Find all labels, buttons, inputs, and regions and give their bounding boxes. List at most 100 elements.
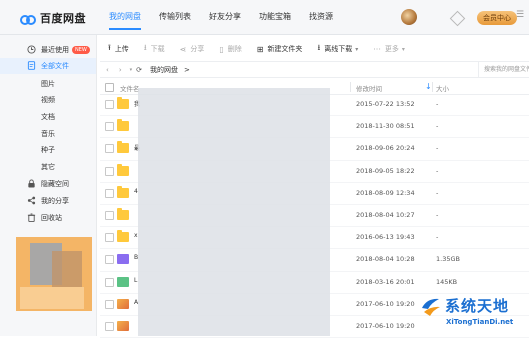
nav-transfer-list[interactable]: 传输列表 <box>150 0 200 34</box>
share-icon: ⋖ <box>179 44 187 54</box>
delete-label: 删除 <box>227 45 242 53</box>
row-checkbox[interactable] <box>105 277 114 287</box>
folder-icon <box>117 163 129 176</box>
breadcrumb-item[interactable]: 我的网盘 <box>150 65 178 75</box>
sidebar-item-others[interactable]: 其它 <box>0 159 96 175</box>
sidebar-item-music[interactable]: 音乐 <box>0 126 96 142</box>
row-checkbox[interactable] <box>105 188 114 198</box>
back-arrow-icon[interactable]: ‹ <box>106 66 109 74</box>
select-all-checkbox[interactable] <box>105 83 114 92</box>
watermark-title: 系统天地 <box>445 297 510 315</box>
file-modified: 2018-09-05 18:22 <box>356 166 415 175</box>
folder-plus-icon: ⊞ <box>256 44 264 54</box>
folder-icon <box>117 119 129 132</box>
sidebar-item-label: 文档 <box>41 113 55 121</box>
file-size: 145KB <box>436 277 458 286</box>
file-modified: 2018-08-04 10:27 <box>356 210 415 219</box>
toolbar: ⭱ 上传 ⭳ 下载 ⋖ 分享 ▯ 删除 ⊞ 新建文件夹 ⭳ 离线下载 ▾ ··· 更多 ▾ <box>100 40 529 58</box>
column-header-modified[interactable]: 修改时间 <box>356 83 382 93</box>
nav-toolbox[interactable]: 功能宝箱 <box>250 0 300 34</box>
file-modified: 2017-06-10 19:20 <box>356 299 415 308</box>
download-label: 下载 <box>150 45 165 53</box>
row-checkbox[interactable] <box>105 166 114 176</box>
upload-button[interactable]: ⭱ 上传 <box>108 42 129 56</box>
chevron-down-icon[interactable]: ▾ <box>130 67 133 73</box>
image-file-icon <box>117 298 129 309</box>
share-label: 分享 <box>190 45 205 53</box>
sidebar-item-docs[interactable]: 文档 <box>0 109 96 125</box>
folder-icon <box>117 230 129 243</box>
file-size: - <box>436 144 439 153</box>
row-checkbox[interactable] <box>105 100 114 109</box>
column-header-name[interactable]: 文件名 <box>120 83 140 93</box>
nav-friend-share[interactable]: 好友分享 <box>200 0 250 34</box>
menu-icon[interactable]: ☰ <box>516 10 524 20</box>
clock-icon <box>27 45 36 54</box>
column-header-size[interactable]: 大小 <box>436 83 449 93</box>
main-nav: 我的网盘 传输列表 好友分享 功能宝箱 找资源 <box>100 0 342 34</box>
sidebar-item-label: 隐藏空间 <box>41 180 69 188</box>
lock-icon <box>28 179 35 188</box>
download-icon: ⭳ <box>143 43 147 52</box>
trash-icon: ▯ <box>219 44 224 54</box>
download-button[interactable]: ⭳ 下载 <box>144 42 165 56</box>
sidebar-item-label: 视频 <box>41 96 55 104</box>
blurred-filenames <box>138 88 330 336</box>
row-checkbox[interactable] <box>105 299 114 309</box>
sidebar-item-my-shares[interactable]: 我的分享 <box>0 193 96 209</box>
sidebar-item-all-files[interactable]: 全部文件 <box>0 58 96 74</box>
row-checkbox[interactable] <box>105 255 114 265</box>
blurred-thumbnail <box>16 237 92 311</box>
forward-arrow-icon[interactable]: › <box>119 66 122 74</box>
new-folder-label: 新建文件夹 <box>267 45 303 53</box>
file-size: 1.35GB <box>436 255 460 264</box>
sidebar-item-torrents[interactable]: 种子 <box>0 142 96 158</box>
sidebar-item-label: 最近使用 <box>41 46 69 54</box>
share-icon <box>27 196 36 205</box>
top-bar: 百度网盘 我的网盘 传输列表 好友分享 功能宝箱 找资源 会员中心 ☰ <box>0 0 529 35</box>
sidebar-item-recent[interactable]: 最近使用 NEW <box>0 42 96 58</box>
video-file-icon <box>117 254 129 265</box>
app-logo[interactable]: 百度网盘 <box>20 10 86 26</box>
nav-my-drive[interactable]: 我的网盘 <box>100 0 150 34</box>
search-input[interactable]: 搜索我的网盘文件 <box>478 62 529 77</box>
refresh-icon[interactable]: ⟳ <box>136 66 142 74</box>
file-size: - <box>436 233 439 242</box>
file-size: - <box>436 188 439 197</box>
file-modified: 2018-09-06 20:24 <box>356 144 415 153</box>
row-checkbox[interactable] <box>105 122 114 132</box>
vip-center-button[interactable]: 会员中心 <box>477 11 517 25</box>
sidebar-item-label: 回收站 <box>41 214 62 222</box>
share-button[interactable]: ⋖ 分享 <box>180 44 205 54</box>
avatar[interactable] <box>401 9 417 25</box>
nav-find-resources[interactable]: 找资源 <box>300 0 342 34</box>
delete-button[interactable]: ▯ 删除 <box>219 44 241 54</box>
new-folder-button[interactable]: ⊞ 新建文件夹 <box>257 44 303 54</box>
row-checkbox[interactable] <box>105 210 114 220</box>
file-size: - <box>436 100 439 108</box>
sidebar-item-recycle-bin[interactable]: 回收站 <box>0 210 96 226</box>
watermark-url: XiTongTianDi.net <box>446 318 514 326</box>
offline-download-button[interactable]: ⭳ 离线下载 ▾ <box>317 42 358 56</box>
file-modified: 2018-11-30 08:51 <box>356 122 415 131</box>
row-checkbox[interactable] <box>105 144 114 154</box>
cloud-logo-icon <box>20 12 36 25</box>
file-modified: 2017-06-10 19:20 <box>356 321 415 330</box>
row-checkbox[interactable] <box>105 233 114 243</box>
diamond-icon[interactable] <box>449 10 466 26</box>
sort-arrow-icon[interactable]: ↓ <box>425 82 432 91</box>
sidebar-item-hidden-space[interactable]: 隐藏空间 <box>0 176 96 192</box>
sidebar-item-label: 全部文件 <box>41 62 69 70</box>
app-name: 百度网盘 <box>40 12 86 25</box>
row-checkbox[interactable] <box>105 321 114 331</box>
sidebar-item-label: 我的分享 <box>41 197 69 205</box>
sidebar-item-videos[interactable]: 视频 <box>0 92 96 108</box>
chevron-down-icon: ▾ <box>401 45 405 53</box>
file-modified: 2016-06-13 19:43 <box>356 233 415 242</box>
sidebar-item-images[interactable]: 图片 <box>0 76 96 92</box>
more-button[interactable]: ··· 更多 ▾ <box>373 44 405 54</box>
folder-icon <box>117 185 129 198</box>
file-modified: 2018-03-16 20:01 <box>356 277 415 286</box>
file-size: - <box>436 122 439 131</box>
more-label: 更多 <box>384 45 399 53</box>
